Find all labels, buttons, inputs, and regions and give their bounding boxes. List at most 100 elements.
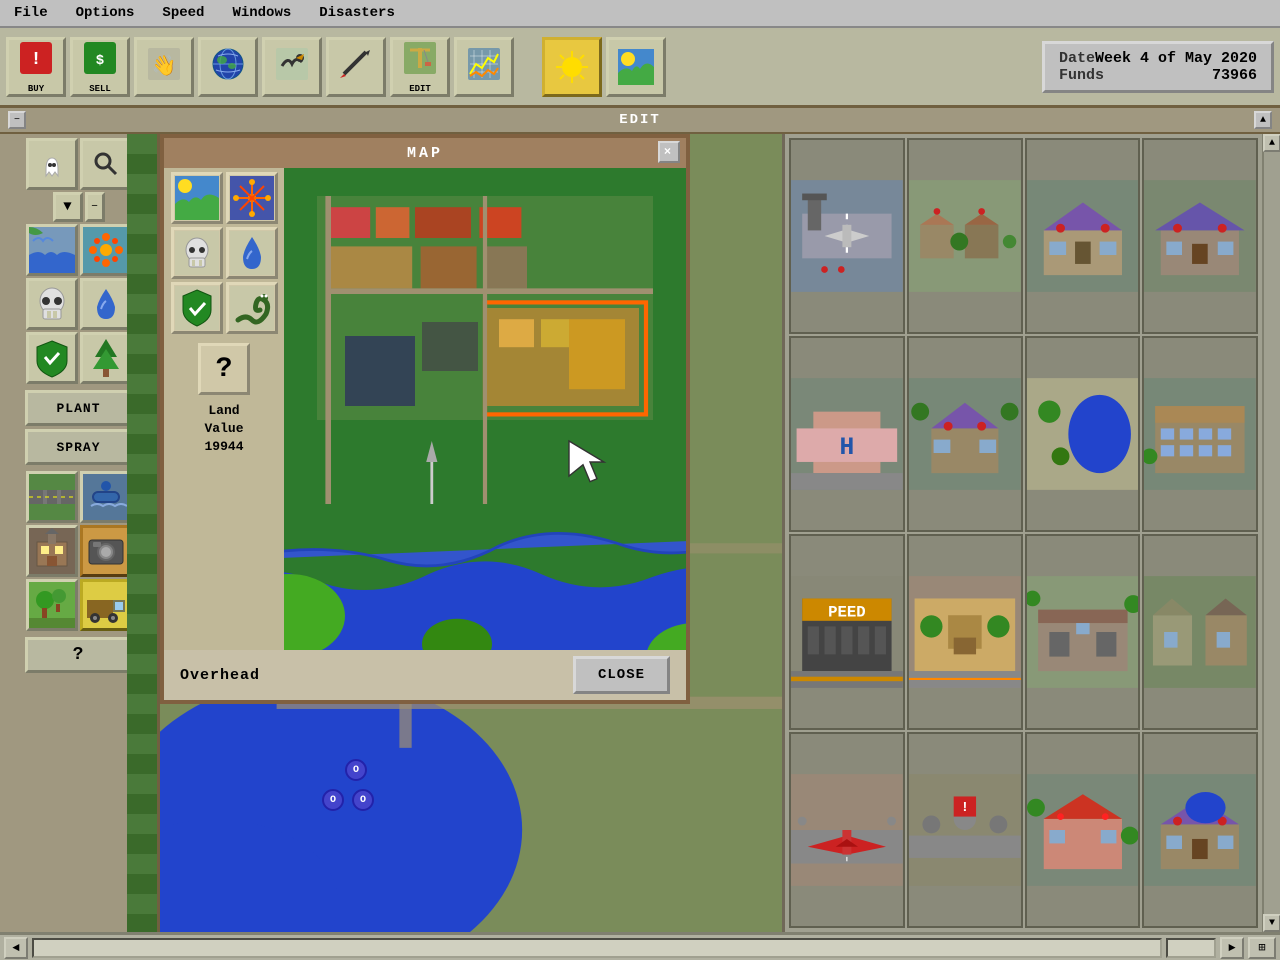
buy-button[interactable]: ! BUY [6, 37, 66, 97]
map-shield-button[interactable] [171, 282, 223, 334]
chart-button[interactable] [454, 37, 514, 97]
scroll-down-sidebar-button[interactable]: ▼ [53, 192, 83, 222]
tile-3-1: PEED [789, 534, 905, 730]
power-button[interactable] [26, 525, 78, 577]
tile-2-1: H [789, 336, 905, 532]
tile-1-1 [789, 138, 905, 334]
scroll-down-button[interactable]: ▼ [1263, 914, 1280, 932]
menu-disasters[interactable]: Disasters [305, 3, 409, 23]
left-sidebar: ▼ − [0, 134, 160, 932]
trees-button[interactable] [80, 332, 132, 384]
sun-icon-button[interactable] [542, 37, 602, 97]
landscape-icon-button[interactable] [606, 37, 666, 97]
overhead-label: Overhead [180, 667, 260, 684]
map-landscape-button[interactable] [171, 172, 223, 224]
buy-label: BUY [28, 84, 44, 94]
crane-icon [402, 40, 438, 82]
plant-button[interactable]: PLANT [25, 390, 133, 426]
road-marker-3: O [352, 789, 374, 811]
tile-3-4 [1142, 534, 1258, 730]
water-drop-button[interactable] [80, 278, 132, 330]
camera-button[interactable] [80, 525, 132, 577]
editbar-maximize-button[interactable]: ▲ [1254, 111, 1272, 129]
close-button[interactable]: CLOSE [573, 656, 670, 694]
status-bar-mini [1166, 938, 1216, 958]
svg-text:!: ! [31, 50, 42, 70]
line-tool-button[interactable] [326, 37, 386, 97]
right-panel: H [782, 134, 1262, 932]
map-content: ? Land Value 19944 [164, 168, 686, 700]
tile-2-2 [907, 336, 1023, 532]
chart-icon [466, 46, 502, 88]
map-close-x-button[interactable]: × [658, 141, 680, 163]
menu-windows[interactable]: Windows [218, 3, 305, 23]
zoom-in-button[interactable] [26, 138, 78, 190]
tile-4-3 [1025, 732, 1141, 928]
svg-text:H: H [840, 435, 855, 462]
truck-button[interactable] [80, 579, 132, 631]
svg-text:👋: 👋 [152, 54, 177, 79]
funds-label: Funds [1059, 67, 1104, 84]
buy-icon: ! [18, 40, 54, 82]
wildlife-button[interactable] [262, 37, 322, 97]
terrain-water-button[interactable] [26, 224, 78, 276]
globe-button[interactable] [198, 37, 258, 97]
spray-button[interactable]: SPRAY [25, 429, 133, 465]
map-icon-row-3 [171, 282, 278, 334]
scroll-track[interactable] [1264, 152, 1280, 914]
land-value-number: 19944 [204, 438, 243, 456]
hand-tool-button[interactable]: 👋 [134, 37, 194, 97]
help-button[interactable]: ? [25, 637, 133, 673]
line-icon [338, 46, 374, 88]
skull-button[interactable] [26, 278, 78, 330]
search-button[interactable] [80, 138, 132, 190]
minimize-sidebar-button[interactable]: − [85, 192, 105, 222]
map-question-button[interactable]: ? [198, 343, 250, 395]
map-titlebar: MAP × [164, 138, 686, 168]
map-skull-button[interactable] [171, 227, 223, 279]
menu-speed[interactable]: Speed [148, 3, 218, 23]
date-value: Week 4 of May 2020 [1095, 50, 1257, 67]
sidebar-top-row [26, 138, 132, 190]
hand-icon: 👋 [146, 46, 182, 88]
map-icon-row-1 [171, 172, 278, 224]
statusbar: ◄ ► ⊞ [0, 932, 1280, 960]
park-button[interactable] [26, 579, 78, 631]
status-left-button[interactable]: ◄ [4, 937, 28, 959]
map-image-area[interactable] [284, 168, 686, 700]
editbar-title: EDIT [34, 112, 1246, 128]
scroll-up-button[interactable]: ▲ [1263, 134, 1280, 152]
menu-file[interactable]: File [0, 3, 62, 23]
tile-2-3 [1025, 336, 1141, 532]
sidebar-row-5 [26, 525, 132, 577]
map-firework-button[interactable] [226, 172, 278, 224]
water-pipe-button[interactable] [80, 471, 132, 523]
tile-1-4 [1142, 138, 1258, 334]
map-snake-button[interactable] [226, 282, 278, 334]
sell-icon: $ [82, 40, 118, 82]
menu-options[interactable]: Options [62, 3, 149, 23]
status-right-button[interactable]: ► [1220, 937, 1244, 959]
tile-1-3 [1025, 138, 1141, 334]
sidebar-row-3 [26, 332, 132, 384]
sell-button[interactable]: $ SELL [70, 37, 130, 97]
flower-terrain-button[interactable] [80, 224, 132, 276]
sell-label: SELL [89, 84, 111, 94]
svg-text:!: ! [961, 801, 969, 816]
shield-green-button[interactable] [26, 332, 78, 384]
sidebar-row-1 [26, 224, 132, 276]
sidebar-row-2 [26, 278, 132, 330]
toolbar: ! BUY $ SELL 👋 [0, 28, 1280, 108]
editbar-minimize-button[interactable]: − [8, 111, 26, 129]
right-scrollbar: ▲ ▼ [1262, 134, 1280, 932]
road-button[interactable] [26, 471, 78, 523]
editbar: − EDIT ▲ [0, 108, 1280, 134]
map-footer: Overhead CLOSE [164, 650, 686, 700]
road-marker-1: O [345, 759, 367, 781]
map-water-drop-button[interactable] [226, 227, 278, 279]
crane-button[interactable]: EDIT [390, 37, 450, 97]
status-grid-button[interactable]: ⊞ [1248, 937, 1276, 959]
game-world[interactable]: O O O MAP × [160, 134, 782, 932]
tile-4-1 [789, 732, 905, 928]
edit-label: EDIT [409, 84, 431, 94]
